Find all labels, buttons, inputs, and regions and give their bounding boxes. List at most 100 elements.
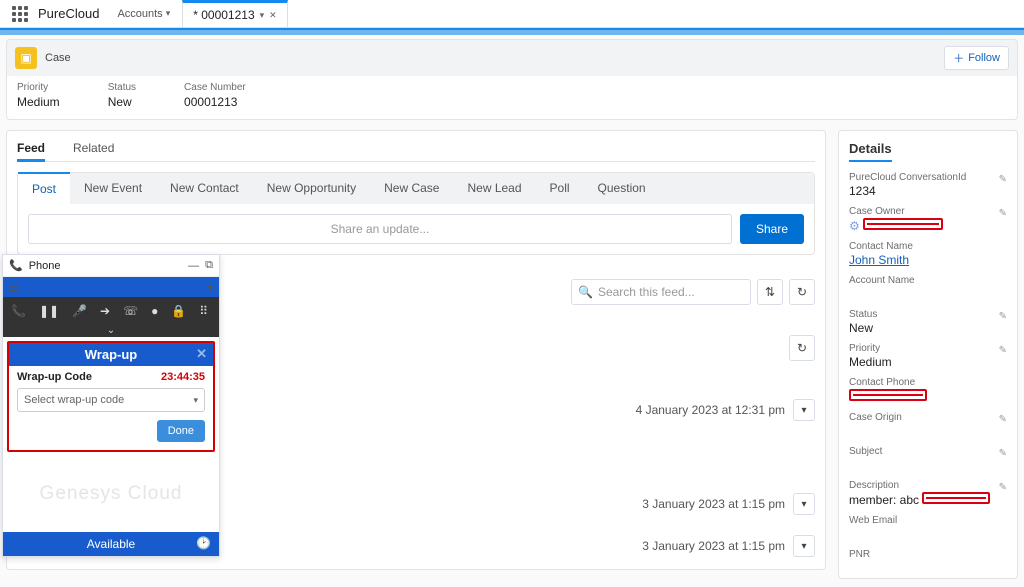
wrapup-code-label: Wrap-up Code — [17, 371, 92, 383]
minimize-icon[interactable]: — — [188, 260, 199, 272]
app-launcher-icon[interactable] — [12, 6, 28, 22]
status-value: New — [108, 95, 136, 109]
done-button[interactable]: Done — [157, 420, 205, 442]
wrapup-code-select[interactable]: Select wrap-up code▾ — [17, 388, 205, 412]
case-origin-label: Case Origin — [849, 412, 1007, 423]
priority-label: Priority — [17, 82, 60, 93]
description-label: Description — [849, 480, 1007, 491]
softphone-panel: 📞 Phone — ⧉ ☰ ▾ 📞 ❚❚ 🎤 ➔ ☏ ● 🔒 ⠿ ⌄ Wrap-… — [2, 254, 220, 557]
tab-new-contact[interactable]: New Contact — [156, 173, 253, 204]
details-panel: Details PureCloud ConversationId1234✎ Ca… — [838, 130, 1018, 579]
conversation-id-label: PureCloud ConversationId — [849, 172, 1007, 183]
record-icon[interactable]: ● — [151, 304, 158, 318]
tab-post[interactable]: Post — [18, 172, 70, 204]
search-icon: 🔍 — [578, 285, 593, 299]
edit-icon[interactable]: ✎ — [999, 448, 1007, 459]
softphone-brand: Genesys Cloud — [3, 456, 219, 532]
case-icon: ▣ — [15, 47, 37, 69]
contact-name-value[interactable]: John Smith — [849, 253, 1007, 267]
details-title: Details — [849, 141, 892, 162]
chevron-down-icon: ▾ — [166, 8, 171, 19]
tab-related[interactable]: Related — [73, 141, 114, 155]
subject-label: Subject — [849, 446, 1007, 457]
chevron-down-icon[interactable]: ▾ — [260, 10, 265, 21]
tab-new-opportunity[interactable]: New Opportunity — [253, 173, 370, 204]
status-label: Status — [849, 309, 1007, 320]
popout-icon[interactable]: ⧉ — [205, 259, 213, 272]
chevron-down-icon: ▾ — [193, 395, 198, 406]
contact-phone-label: Contact Phone — [849, 377, 1007, 388]
dialpad-icon[interactable]: ⠿ — [199, 304, 208, 318]
transfer-icon[interactable]: ➔ — [100, 304, 110, 318]
feed-timestamp: 3 January 2023 at 1:15 pm — [642, 497, 785, 511]
web-email-label: Web Email — [849, 515, 1007, 526]
wrapup-timer: 23:44:35 — [161, 371, 205, 383]
tab-new-lead[interactable]: New Lead — [453, 173, 535, 204]
account-name-label: Account Name — [849, 275, 1007, 286]
app-name: PureCloud — [38, 6, 99, 21]
refresh-feed-button[interactable]: ↻ — [789, 335, 815, 361]
share-update-input[interactable]: Share an update... — [28, 214, 732, 244]
feed-item-expand[interactable]: ▾ — [793, 399, 815, 421]
close-icon[interactable]: ✕ — [196, 346, 207, 362]
call-icon[interactable]: 📞 — [11, 304, 26, 318]
priority-label: Priority — [849, 343, 1007, 354]
nav-accounts[interactable]: Accounts▾ — [117, 8, 170, 20]
case-number-label: Case Number — [184, 82, 246, 93]
wrapup-title: Wrap-up✕ — [9, 343, 213, 366]
agent-status-bar[interactable]: Available 🕑 — [3, 532, 219, 556]
lock-icon[interactable]: 🔒 — [171, 304, 186, 318]
record-tabs: Feed Related — [17, 141, 815, 162]
case-owner-label: Case Owner — [849, 206, 1007, 217]
case-owner-value: ⚙ — [849, 218, 1007, 233]
priority-value: Medium — [849, 355, 1007, 369]
contact-phone-value — [849, 389, 1007, 404]
priority-value: Medium — [17, 95, 60, 109]
wrapup-panel: Wrap-up✕ Wrap-up Code 23:44:35 Select wr… — [7, 341, 215, 452]
feed-item-expand[interactable]: ▾ — [793, 535, 815, 557]
pause-icon[interactable]: ❚❚ — [39, 304, 59, 318]
edit-icon[interactable]: ✎ — [999, 414, 1007, 425]
tab-poll[interactable]: Poll — [536, 173, 584, 204]
object-type: Case — [45, 52, 71, 64]
edit-icon[interactable]: ✎ — [999, 482, 1007, 493]
contact-name-label: Contact Name — [849, 241, 1007, 252]
refresh-button[interactable]: ↻ — [789, 279, 815, 305]
record-header: ▣ Case ＋Follow PriorityMedium StatusNew … — [6, 39, 1018, 120]
search-feed-input[interactable]: 🔍Search this feed... — [571, 279, 751, 305]
status-label: Status — [108, 82, 136, 93]
phone-icon: 📞 — [9, 259, 23, 272]
status-value: New — [849, 321, 1007, 335]
edit-icon[interactable]: ✎ — [999, 174, 1007, 185]
edit-icon[interactable]: ✎ — [999, 208, 1007, 219]
softphone-title: Phone — [29, 260, 61, 272]
workspace-tab-active[interactable]: * 00001213 ▾ ✕ — [182, 0, 287, 28]
feed-timestamp: 3 January 2023 at 1:15 pm — [642, 539, 785, 553]
publisher-tabs: Post New Event New Contact New Opportuni… — [18, 173, 814, 204]
feed-item-expand[interactable]: ▾ — [793, 493, 815, 515]
tab-feed[interactable]: Feed — [17, 141, 45, 162]
close-icon[interactable]: ✕ — [269, 10, 277, 21]
sort-button[interactable]: ⇅ — [757, 279, 783, 305]
pnr-label: PNR — [849, 549, 1007, 560]
mic-icon[interactable]: 🎤 — [72, 304, 87, 318]
conversation-id-value: 1234 — [849, 184, 1007, 198]
follow-button[interactable]: ＋Follow — [944, 46, 1009, 70]
feed-timestamp: 4 January 2023 at 12:31 pm — [636, 403, 785, 417]
chevron-down-icon[interactable]: ▾ — [207, 281, 213, 294]
case-number-value: 00001213 — [184, 95, 246, 109]
edit-icon[interactable]: ✎ — [999, 345, 1007, 356]
menu-icon[interactable]: ☰ — [9, 281, 19, 294]
tab-question[interactable]: Question — [584, 173, 660, 204]
tab-new-case[interactable]: New Case — [370, 173, 453, 204]
edit-icon[interactable]: ✎ — [999, 311, 1007, 322]
tab-new-event[interactable]: New Event — [70, 173, 156, 204]
description-value: member: abc — [849, 492, 1007, 507]
share-button[interactable]: Share — [740, 214, 804, 244]
clock-icon: 🕑 — [196, 536, 211, 550]
hangup-icon[interactable]: ☏ — [123, 304, 138, 318]
tab-label: * 00001213 — [193, 8, 254, 22]
app-bar: PureCloud Accounts▾ * 00001213 ▾ ✕ — [0, 0, 1024, 28]
collapse-icon[interactable]: ⌄ — [3, 325, 219, 337]
call-toolbar: 📞 ❚❚ 🎤 ➔ ☏ ● 🔒 ⠿ — [3, 297, 219, 325]
